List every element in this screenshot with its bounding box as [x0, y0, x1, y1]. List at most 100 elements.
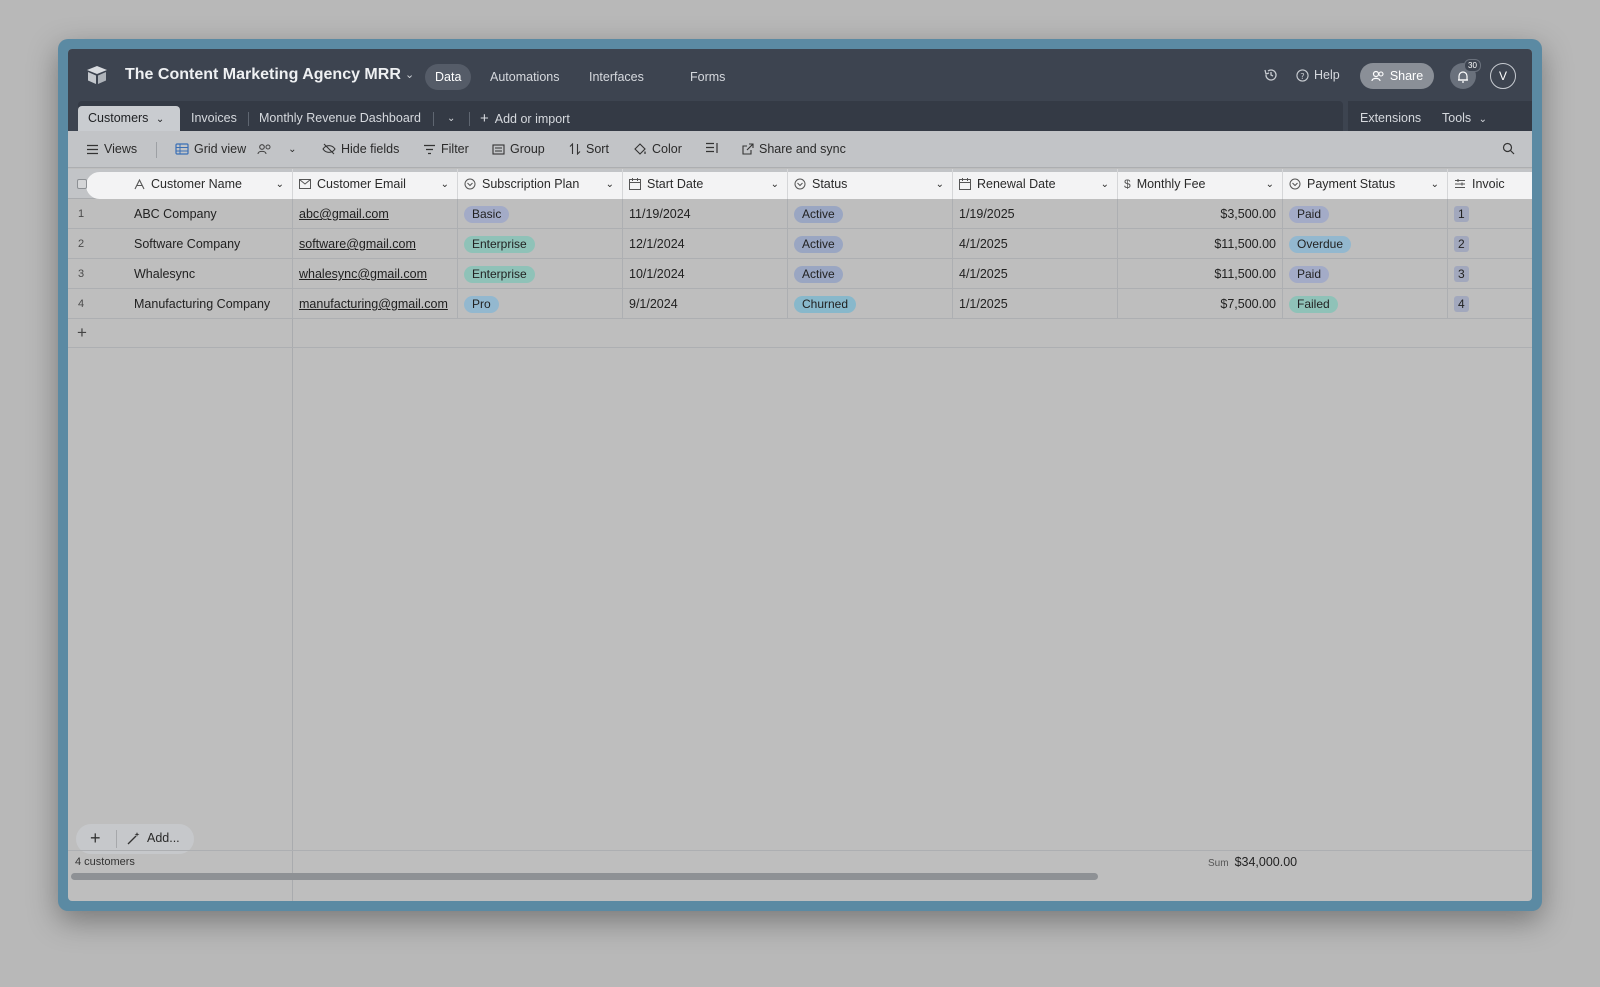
cell-start-date[interactable]: 10/1/2024 [623, 259, 788, 289]
nav-data[interactable]: Data [425, 64, 472, 90]
help-button[interactable]: ? Help [1296, 68, 1340, 82]
table-row[interactable]: 2 Software Company software@gmail.com Enter… [68, 229, 1532, 259]
more-tables-chevron-icon[interactable]: ⌄ [437, 106, 465, 131]
column-header-customer-email[interactable]: Customer Email ⌄ [293, 169, 458, 199]
add-or-import-label: Add or import [494, 112, 570, 126]
linked-invoice[interactable]: 1 [1454, 206, 1469, 222]
email-link[interactable]: whalesync@gmail.com [299, 267, 427, 281]
add-record-row[interactable]: + [68, 319, 1532, 348]
cell-renewal-date[interactable]: 4/1/2025 [953, 259, 1118, 289]
plus-icon: + [480, 110, 489, 127]
share-button[interactable]: Share [1360, 63, 1434, 89]
column-header-payment-status[interactable]: Payment Status ⌄ [1283, 169, 1448, 199]
cell-customer-email[interactable]: manufacturing@gmail.com [293, 289, 458, 319]
extensions-button[interactable]: Extensions [1350, 106, 1431, 131]
cell-payment-status[interactable]: Paid [1283, 199, 1448, 229]
nav-automations[interactable]: Automations [480, 64, 569, 90]
plus-icon[interactable]: + [90, 828, 101, 849]
column-header-renewal-date[interactable]: Renewal Date ⌄ [953, 169, 1118, 199]
avatar[interactable]: V [1490, 63, 1516, 89]
cell-subscription-plan[interactable]: Basic [458, 199, 623, 229]
linked-invoice[interactable]: 2 [1454, 236, 1469, 252]
airtable-logo-icon[interactable] [86, 65, 108, 85]
monthly-fee-summary[interactable]: Sum $34,000.00 [1208, 855, 1297, 869]
tools-label: Tools [1442, 111, 1472, 125]
nav-interfaces[interactable]: Interfaces [579, 64, 654, 90]
column-header-customer-name[interactable]: Customer Name ⌄ [128, 169, 293, 199]
cell-customer-name[interactable]: Software Company [128, 229, 293, 259]
search-button[interactable] [1502, 142, 1515, 155]
column-label: Customer Email [317, 177, 406, 191]
select-all-checkbox[interactable] [77, 179, 87, 189]
cell-subscription-plan[interactable]: Enterprise [458, 229, 623, 259]
history-icon[interactable] [1263, 67, 1279, 83]
share-and-sync-button[interactable]: Share and sync [742, 142, 846, 156]
cell-monthly-fee[interactable]: $11,500.00 [1118, 229, 1283, 259]
sort-button[interactable]: Sort [569, 142, 609, 156]
email-link[interactable]: abc@gmail.com [299, 207, 389, 221]
cell-status[interactable]: Active [788, 229, 953, 259]
help-icon: ? [1296, 68, 1309, 82]
color-button[interactable]: Color [633, 142, 682, 156]
tab-customers[interactable]: Customers ⌄ [78, 106, 180, 131]
magic-wand-icon [127, 832, 140, 845]
column-header-start-date[interactable]: Start Date ⌄ [623, 169, 788, 199]
cell-status[interactable]: Active [788, 199, 953, 229]
filter-button[interactable]: Filter [423, 142, 469, 156]
cell-invoices[interactable]: 3 [1448, 259, 1532, 289]
cell-start-date[interactable]: 9/1/2024 [623, 289, 788, 319]
cell-payment-status[interactable]: Paid [1283, 259, 1448, 289]
chevron-down-icon[interactable]: ⌄ [405, 68, 414, 81]
cell-renewal-date[interactable]: 4/1/2025 [953, 229, 1118, 259]
group-button[interactable]: Group [492, 142, 545, 156]
email-link[interactable]: software@gmail.com [299, 237, 416, 251]
cell-monthly-fee[interactable]: $11,500.00 [1118, 259, 1283, 289]
horizontal-scrollbar[interactable] [71, 873, 1098, 880]
linked-invoice[interactable]: 4 [1454, 296, 1469, 312]
table-row[interactable]: 1 ABC Company abc@gmail.com Basic 11/19/2024… [68, 199, 1532, 229]
external-link-icon [742, 143, 754, 155]
cell-start-date[interactable]: 11/19/2024 [623, 199, 788, 229]
cell-customer-name[interactable]: Whalesync [128, 259, 293, 289]
cell-renewal-date[interactable]: 1/19/2025 [953, 199, 1118, 229]
cell-monthly-fee[interactable]: $3,500.00 [1118, 199, 1283, 229]
cell-monthly-fee[interactable]: $7,500.00 [1118, 289, 1283, 319]
add-with-ai-button[interactable]: Add... [127, 831, 180, 845]
nav-forms[interactable]: Forms [680, 64, 735, 90]
cell-invoices[interactable]: 4 [1448, 289, 1532, 319]
tab-monthly-revenue-dashboard[interactable]: Monthly Revenue Dashboard [249, 106, 431, 131]
hide-fields-label: Hide fields [341, 142, 400, 156]
cell-customer-email[interactable]: abc@gmail.com [293, 199, 458, 229]
cell-status[interactable]: Churned [788, 289, 953, 319]
hide-fields-button[interactable]: Hide fields [322, 142, 399, 156]
column-header-invoices[interactable]: Invoic [1448, 169, 1532, 199]
cell-renewal-date[interactable]: 1/1/2025 [953, 289, 1118, 319]
cell-subscription-plan[interactable]: Enterprise [458, 259, 623, 289]
grid-view-button[interactable]: Grid view ⌄ [175, 142, 296, 156]
table-row[interactable]: 4 Manufacturing Company manufacturing@gmai… [68, 289, 1532, 319]
linked-invoice[interactable]: 3 [1454, 266, 1469, 282]
views-button[interactable]: Views [86, 142, 137, 156]
cell-start-date[interactable]: 12/1/2024 [623, 229, 788, 259]
cell-customer-name[interactable]: ABC Company [128, 199, 293, 229]
column-header-monthly-fee[interactable]: $ Monthly Fee ⌄ [1118, 169, 1283, 199]
cell-subscription-plan[interactable]: Pro [458, 289, 623, 319]
cell-customer-name[interactable]: Manufacturing Company [128, 289, 293, 319]
cell-invoices[interactable]: 2 [1448, 229, 1532, 259]
column-header-status[interactable]: Status ⌄ [788, 169, 953, 199]
cell-customer-email[interactable]: software@gmail.com [293, 229, 458, 259]
base-title[interactable]: The Content Marketing Agency MRR [125, 66, 401, 84]
cell-payment-status[interactable]: Overdue [1283, 229, 1448, 259]
cell-invoices[interactable]: 1 [1448, 199, 1532, 229]
row-height-button[interactable] [705, 142, 719, 154]
cell-status[interactable]: Active [788, 259, 953, 289]
column-header-subscription-plan[interactable]: Subscription Plan ⌄ [458, 169, 623, 199]
add-or-import-button[interactable]: + Add or import [470, 106, 580, 131]
table-row[interactable]: 3 Whalesync whalesync@gmail.com Enterprise 1… [68, 259, 1532, 289]
monthly-fee: $3,500.00 [1220, 207, 1276, 221]
cell-payment-status[interactable]: Failed [1283, 289, 1448, 319]
cell-customer-email[interactable]: whalesync@gmail.com [293, 259, 458, 289]
email-link[interactable]: manufacturing@gmail.com [299, 297, 448, 311]
tab-invoices[interactable]: Invoices [181, 106, 247, 131]
tools-button[interactable]: Tools ⌄ [1432, 106, 1497, 131]
